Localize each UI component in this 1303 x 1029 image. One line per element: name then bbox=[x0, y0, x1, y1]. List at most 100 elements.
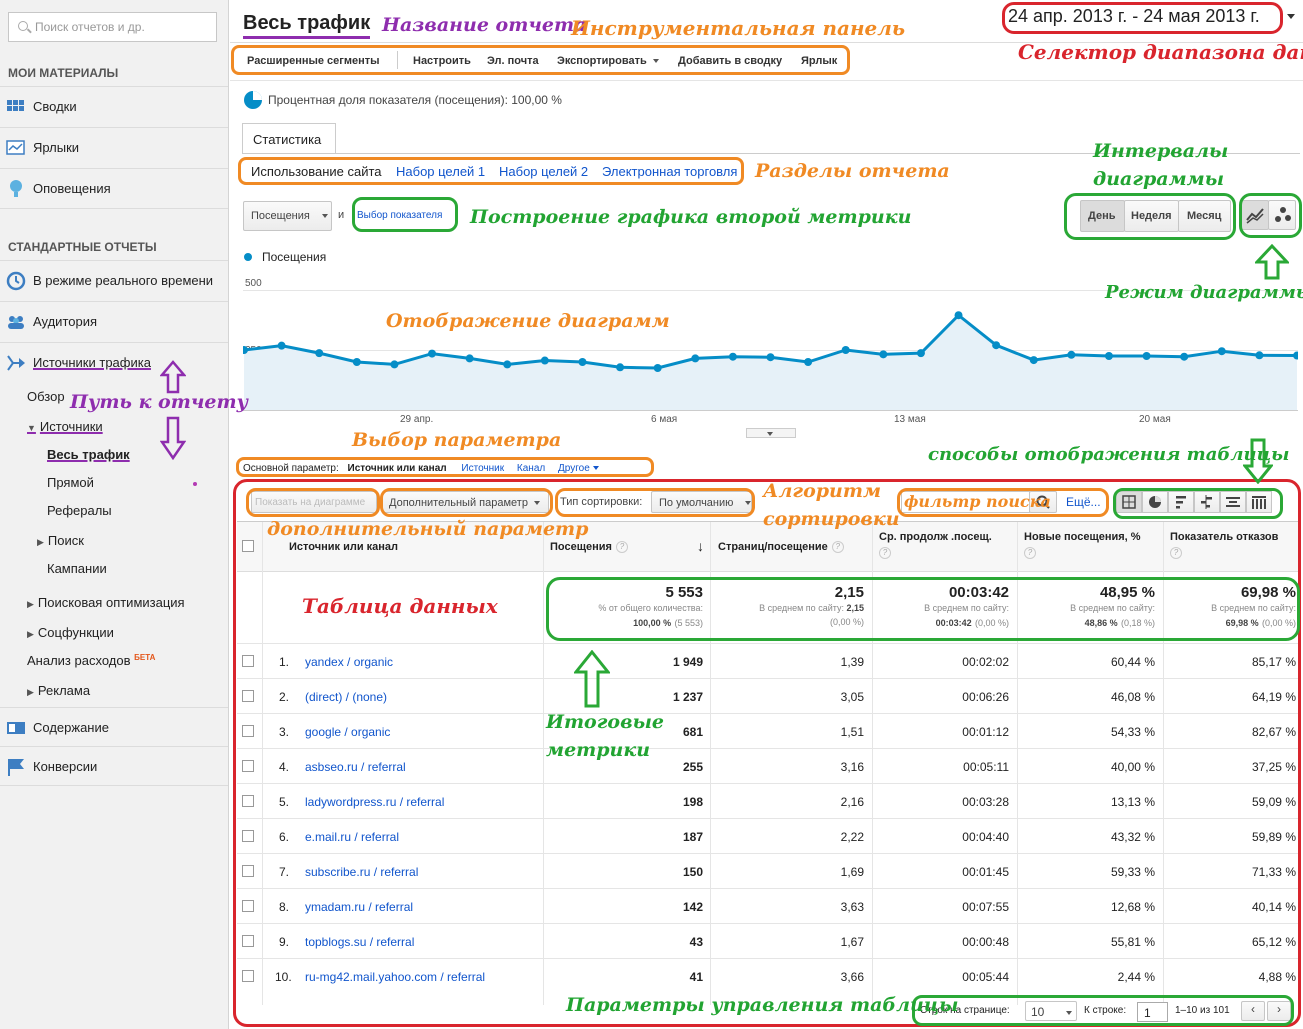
data-point[interactable] bbox=[1104, 352, 1113, 360]
data-point[interactable] bbox=[653, 364, 662, 372]
sidebar-item-dashboards[interactable]: Сводки bbox=[0, 86, 228, 126]
segment-info: Процентная доля показателя (посещения): … bbox=[268, 93, 562, 107]
annotation-param-select: Выбор параметра bbox=[352, 429, 562, 451]
data-point[interactable] bbox=[277, 341, 286, 350]
annotation-intervals-2: диаграммы bbox=[1093, 168, 1225, 190]
pie-segment-slice bbox=[253, 91, 262, 100]
chevron-down-icon[interactable] bbox=[1287, 14, 1295, 19]
expand-down-icon: ▼ bbox=[27, 423, 36, 433]
data-point[interactable] bbox=[578, 358, 587, 366]
search-input[interactable]: Поиск отчетов и др. bbox=[8, 12, 217, 42]
data-point[interactable] bbox=[1255, 351, 1264, 360]
dashboard-icon bbox=[7, 100, 24, 111]
sidebar-item-content[interactable]: Содержание bbox=[0, 707, 228, 747]
data-point[interactable] bbox=[766, 353, 775, 362]
second-metric-outline bbox=[352, 197, 458, 232]
legend-label: Посещения bbox=[262, 250, 327, 264]
data-point[interactable] bbox=[1029, 356, 1038, 365]
annotation-sort-1: Алгоритм bbox=[763, 480, 882, 502]
data-point[interactable] bbox=[616, 363, 625, 372]
content-icon bbox=[7, 722, 25, 734]
data-point[interactable] bbox=[503, 360, 512, 369]
tab-statistics[interactable]: Статистика bbox=[242, 123, 336, 153]
date-selector-outline bbox=[1002, 2, 1283, 34]
expand-right-icon: ▶ bbox=[27, 687, 34, 697]
expand-right-icon: ▶ bbox=[37, 537, 44, 547]
x-tick-label: 6 мая bbox=[651, 414, 678, 425]
clock-icon bbox=[6, 271, 26, 291]
secondary-param-outline-1 bbox=[246, 488, 380, 517]
and-label: и bbox=[338, 209, 345, 221]
x-axis bbox=[243, 410, 1298, 411]
sidebar-sub-sources[interactable]: ▼ Источники bbox=[27, 419, 103, 434]
metric-select[interactable]: Посещения bbox=[243, 201, 332, 231]
table-controls-outline bbox=[912, 995, 1294, 1026]
annotation-chart-display: Отображение диаграмм bbox=[386, 310, 670, 332]
annotation-report-sections: Разделы отчета bbox=[755, 160, 950, 182]
data-point[interactable] bbox=[1142, 352, 1151, 360]
divider bbox=[0, 208, 228, 209]
annotation-intervals-1: Интервалы bbox=[1093, 140, 1229, 162]
annotation-data-table: Таблица данных bbox=[302, 594, 498, 618]
secondary-param-outline-2 bbox=[380, 488, 553, 517]
annotation-table-controls: Параметры управления таблицы bbox=[566, 994, 959, 1016]
totals-outline bbox=[546, 577, 1300, 641]
sidebar-sub-direct[interactable]: Прямой bbox=[47, 475, 94, 490]
sidebar-item-realtime[interactable]: В режиме реального времени bbox=[0, 260, 228, 300]
sidebar-item-audience[interactable]: Аудитория bbox=[0, 301, 228, 341]
sidebar-sub-advertising[interactable]: ▶ Реклама bbox=[27, 683, 90, 698]
data-point[interactable] bbox=[540, 356, 549, 365]
lightbulb-icon bbox=[10, 180, 22, 197]
data-point[interactable] bbox=[428, 349, 437, 358]
data-point[interactable] bbox=[691, 354, 700, 363]
data-point[interactable] bbox=[465, 354, 474, 363]
sidebar-sub-referrals[interactable]: Рефералы bbox=[47, 503, 112, 518]
section-standard-reports: СТАНДАРТНЫЕ ОТЧЕТЫ bbox=[8, 240, 157, 254]
intervals-outline bbox=[1064, 193, 1236, 240]
sidebar-sub-all-traffic[interactable]: Весь трафик bbox=[47, 447, 130, 462]
shortcut-icon bbox=[6, 140, 25, 155]
sidebar-sub-cost-analysis[interactable]: Анализ расходов БЕТА bbox=[27, 653, 155, 668]
annotation-totals-2: метрики bbox=[546, 739, 651, 761]
search-icon bbox=[18, 21, 28, 31]
data-point[interactable] bbox=[1067, 350, 1076, 359]
legend-dot bbox=[244, 253, 252, 261]
toolbar-divider-line bbox=[230, 80, 1303, 81]
traffic-arrow-icon bbox=[7, 355, 25, 371]
data-point[interactable] bbox=[352, 358, 361, 366]
data-point[interactable] bbox=[841, 346, 850, 354]
sidebar-sub-campaigns[interactable]: Кампании bbox=[47, 561, 107, 576]
sort-outline bbox=[555, 488, 755, 517]
sidebar-item-traffic-sources[interactable]: Источники трафика bbox=[0, 342, 228, 382]
collapse-chart-handle[interactable] bbox=[746, 428, 796, 438]
up-arrow-icon bbox=[160, 360, 186, 394]
toolbar-outline bbox=[231, 45, 850, 75]
data-point[interactable] bbox=[390, 360, 399, 369]
expand-right-icon: ▶ bbox=[27, 629, 34, 639]
data-point[interactable] bbox=[728, 352, 737, 361]
data-point[interactable] bbox=[1180, 352, 1189, 361]
annotation-secondary-param: дополнительный параметр bbox=[267, 518, 589, 540]
data-point[interactable] bbox=[315, 349, 324, 358]
data-point[interactable] bbox=[879, 350, 888, 359]
data-point[interactable] bbox=[1217, 347, 1226, 356]
annotation-totals-1: Итоговые bbox=[546, 711, 664, 733]
data-point[interactable] bbox=[804, 358, 813, 366]
sidebar-sub-search[interactable]: ▶ Поиск bbox=[37, 533, 84, 548]
x-tick-label: 13 мая bbox=[894, 414, 926, 425]
section-my-materials: МОИ МАТЕРИАЛЫ bbox=[8, 66, 119, 80]
sidebar-item-shortcuts[interactable]: Ярлыки bbox=[0, 127, 228, 167]
annotation-second-metric: Построение графика второй метрики bbox=[470, 206, 912, 228]
data-point[interactable] bbox=[992, 341, 1001, 350]
sidebar-sub-seo[interactable]: ▶ Поисковая оптимизация bbox=[27, 595, 185, 610]
sidebar-item-alerts[interactable]: Оповещения bbox=[0, 168, 228, 208]
annotation-table-display: способы отображения таблицы bbox=[928, 444, 1290, 465]
sidebar-sub-overview[interactable]: Обзор bbox=[27, 389, 65, 404]
data-point[interactable] bbox=[954, 311, 963, 320]
sidebar-item-conversions[interactable]: Конверсии bbox=[0, 746, 228, 786]
sidebar-sub-social[interactable]: ▶ Соцфункции bbox=[27, 625, 114, 640]
up-arrow-icon bbox=[1255, 244, 1289, 280]
data-point[interactable] bbox=[916, 349, 925, 358]
sidebar: Поиск отчетов и др. МОИ МАТЕРИАЛЫ Сводки… bbox=[0, 0, 229, 1029]
chevron-down-icon bbox=[767, 432, 773, 436]
